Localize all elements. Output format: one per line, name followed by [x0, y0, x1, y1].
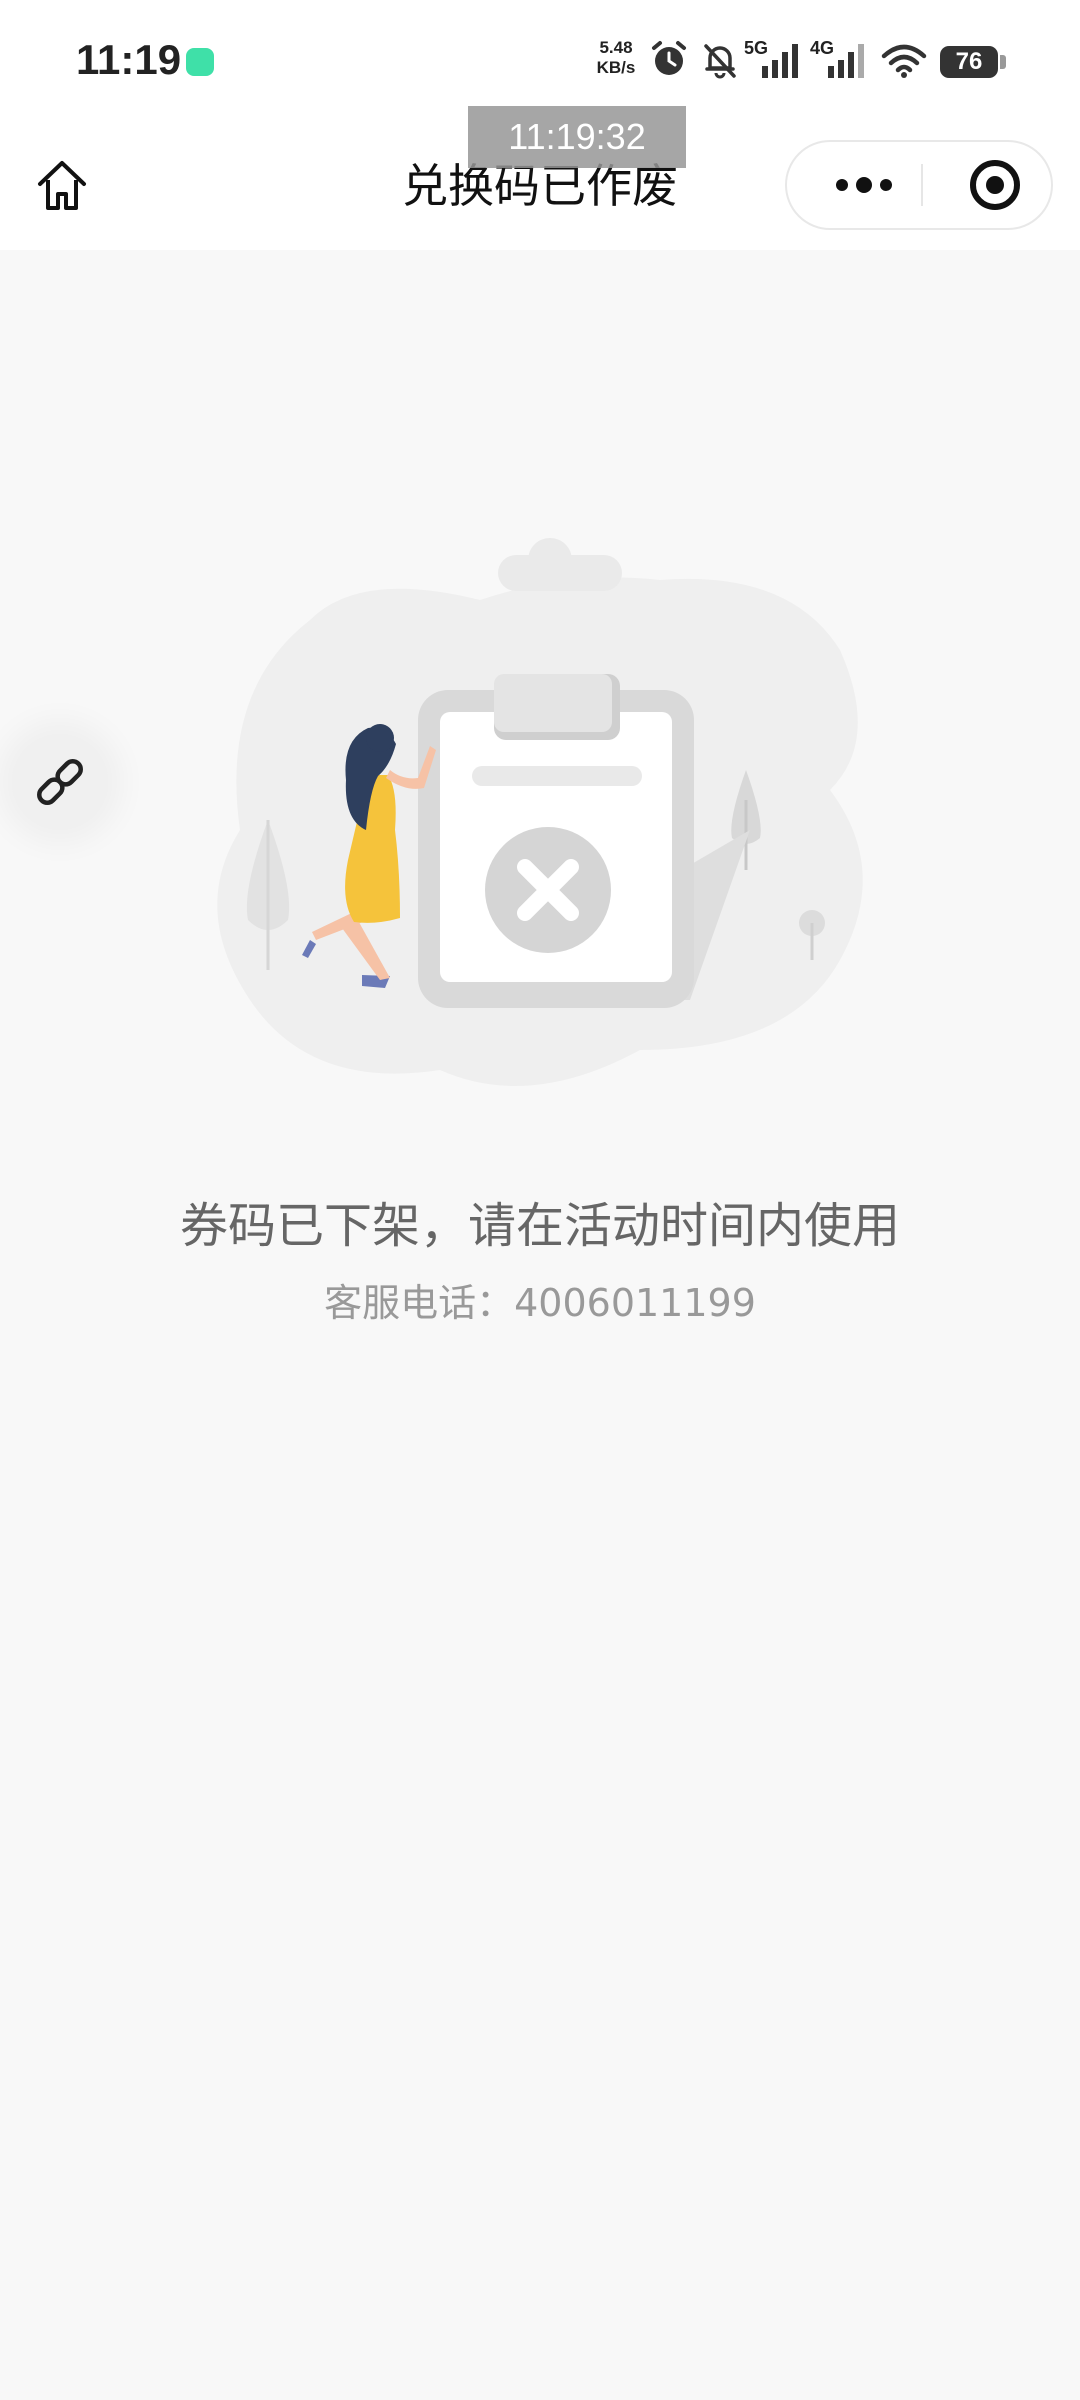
status-time: 11:19	[76, 36, 182, 83]
net-speed: 5.48 KB/s	[590, 38, 642, 78]
more-dots-icon[interactable]	[809, 142, 919, 228]
capsule-divider	[921, 164, 923, 206]
close-target-icon[interactable]	[927, 142, 1047, 228]
wechat-icon	[186, 48, 214, 76]
net-speed-unit: KB/s	[596, 58, 636, 77]
customer-service-line: 客服电话：4006011199	[0, 1272, 1080, 1327]
net-speed-value: 5.48	[599, 38, 633, 57]
link-icon	[37, 759, 83, 805]
alarm-icon	[652, 41, 686, 75]
link-floating-button[interactable]	[12, 734, 108, 830]
capsule-menu	[785, 140, 1053, 230]
signal-icon	[762, 44, 798, 78]
status-bar: 11:19 5.48 KB/s 5G 4G 76	[0, 0, 1080, 120]
clipboard-line	[472, 766, 642, 786]
battery-cap	[1000, 55, 1006, 69]
service-label: 客服电话：	[324, 1281, 515, 1325]
voided-message: 券码已下架，请在活动时间内使用	[179, 1198, 900, 1254]
bell-muted-icon	[704, 44, 736, 79]
wifi-icon	[881, 44, 927, 78]
timestamp-overlay: 11:19:32	[468, 106, 686, 168]
service-phone-link[interactable]: 4006011199	[514, 1281, 756, 1325]
battery-icon: 76	[940, 46, 998, 78]
voided-coupon-illustration	[217, 538, 863, 1086]
signal-icon	[828, 44, 864, 78]
